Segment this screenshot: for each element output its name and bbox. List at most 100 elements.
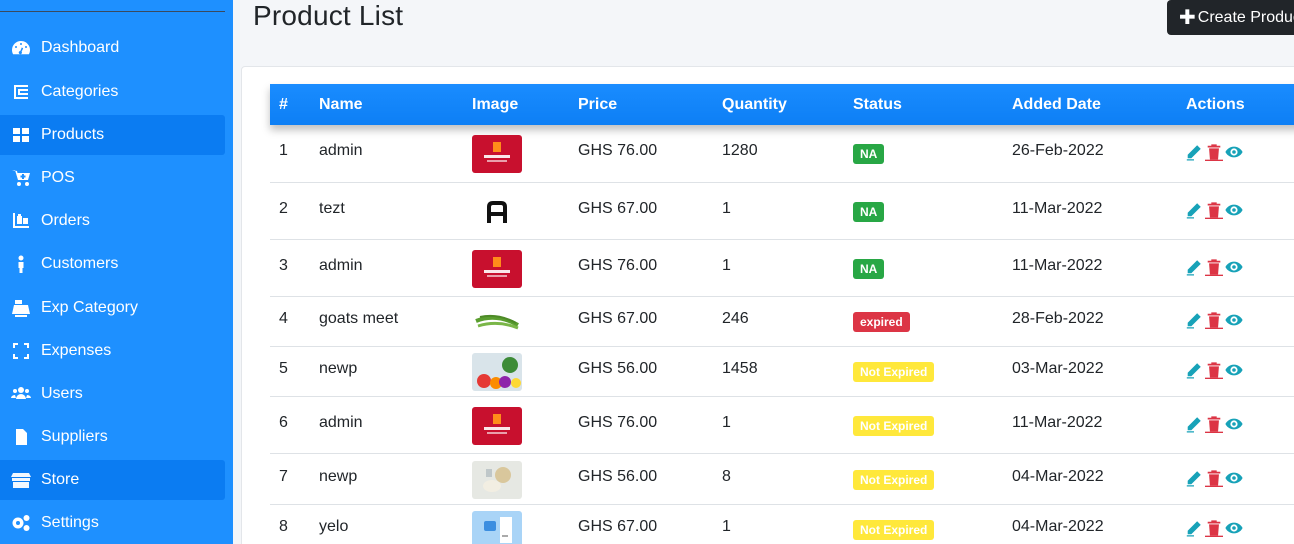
row-number: 1 [279,142,288,159]
column-header-number: # [279,96,288,113]
create-product-button[interactable]: ✚ Create Product [1167,0,1294,35]
edit-icon[interactable] [1185,361,1203,379]
status-badge: expired [853,312,910,332]
row-number: 8 [279,518,288,535]
row-actions [1185,415,1243,433]
row-actions [1185,519,1243,537]
expand-icon [10,340,32,362]
sidebar-item-users[interactable]: Users [0,374,225,414]
view-icon[interactable] [1225,143,1243,161]
sidebar-item-label: POS [41,169,75,186]
product-price: GHS 76.00 [578,257,658,274]
row-actions [1185,361,1243,379]
row-number: 7 [279,468,288,485]
delete-icon[interactable] [1205,311,1223,329]
edit-icon[interactable] [1185,201,1203,219]
products-icon [10,124,32,146]
row-number: 5 [279,360,288,377]
view-icon[interactable] [1225,519,1243,537]
sidebar-item-expenses[interactable]: Expenses [0,331,225,371]
edit-icon[interactable] [1185,469,1203,487]
delete-icon[interactable] [1205,201,1223,219]
product-name: tezt [319,200,345,217]
table-row: 7 newp GHS 56.00 8 Not Expired 04-Mar-2022 [270,454,1294,505]
table-row: 3 admin GHS 76.00 1 NA 11-Mar-2022 [270,240,1294,297]
sidebar-item-store[interactable]: Store [0,460,225,500]
table-row: 4 goats meet GHS 67.00 246 expired 28-Feb-202… [270,297,1294,347]
sidebar-item-label: Settings [41,514,99,531]
product-price: GHS 56.00 [578,468,658,485]
column-header-status: Status [853,96,902,113]
product-image [472,407,522,445]
row-number: 6 [279,414,288,431]
sidebar-item-settings[interactable]: Settings [0,503,225,543]
page-title: Product List [253,0,404,31]
edit-icon[interactable] [1185,258,1203,276]
row-number: 3 [279,257,288,274]
delete-icon[interactable] [1205,415,1223,433]
edit-icon[interactable] [1185,311,1203,329]
view-icon[interactable] [1225,258,1243,276]
sidebar-item-label: Store [41,471,80,488]
status-badge: Not Expired [853,470,935,490]
sidebar-item-customers[interactable]: Customers [0,244,225,284]
product-quantity: 1 [722,518,731,535]
product-quantity: 1 [722,257,731,274]
delete-icon[interactable] [1205,258,1223,276]
view-icon[interactable] [1225,201,1243,219]
categories-icon [10,81,32,103]
product-quantity: 1458 [722,360,758,377]
column-header-quantity: Quantity [722,96,787,113]
store-icon [10,469,32,491]
sidebar-item-dashboard[interactable]: Dashboard [0,28,225,68]
sidebar-item-orders[interactable]: Orders [0,201,225,241]
product-image [472,511,522,544]
view-icon[interactable] [1225,415,1243,433]
sidebar-item-label: Expenses [41,342,112,359]
added-date: 11-Mar-2022 [1012,414,1103,431]
users-icon [10,383,32,405]
sidebar-item-exp-category[interactable]: Exp Category [0,288,225,328]
view-icon[interactable] [1225,361,1243,379]
product-name: yelo [319,518,349,535]
added-date: 26-Feb-2022 [1012,142,1104,159]
added-date: 11-Mar-2022 [1012,257,1103,274]
product-image [472,461,522,499]
delete-icon[interactable] [1205,469,1223,487]
sidebar-item-products[interactable]: Products [0,115,225,155]
sidebar-item-categories[interactable]: Categories [0,72,225,112]
product-price: GHS 76.00 [578,414,658,431]
edit-icon[interactable] [1185,519,1203,537]
sidebar-item-pos[interactable]: POS [0,158,225,198]
product-image [472,250,522,288]
added-date: 28-Feb-2022 [1012,310,1104,327]
sim-card-icon [10,426,32,448]
status-badge: Not Expired [853,416,935,436]
delete-icon[interactable] [1205,361,1223,379]
edit-icon[interactable] [1185,143,1203,161]
sidebar-item-suppliers[interactable]: Suppliers [0,417,225,457]
column-header-name: Name [319,96,363,113]
table-row: 6 admin GHS 76.00 1 Not Expired 11-Mar-2022 [270,397,1294,454]
added-date: 04-Mar-2022 [1012,518,1104,535]
delete-icon[interactable] [1205,143,1223,161]
product-name: admin [319,414,363,431]
create-product-label: Create Product [1197,8,1294,26]
view-icon[interactable] [1225,311,1243,329]
customer-icon [10,253,32,275]
column-header-image: Image [472,96,519,113]
table-header: # Name Image Price Quantity Status Added… [270,84,1294,125]
delete-icon[interactable] [1205,519,1223,537]
product-quantity: 1 [722,414,731,431]
view-icon[interactable] [1225,469,1243,487]
sidebar-divider [0,11,225,12]
edit-icon[interactable] [1185,415,1203,433]
product-image [472,193,522,231]
row-actions [1185,143,1243,161]
sidebar-item-label: Customers [41,255,119,272]
column-header-actions: Actions [1186,96,1245,113]
orders-icon [10,210,32,232]
sidebar-item-label: Categories [41,83,119,100]
product-price: GHS 67.00 [578,200,658,217]
row-actions [1185,201,1243,219]
